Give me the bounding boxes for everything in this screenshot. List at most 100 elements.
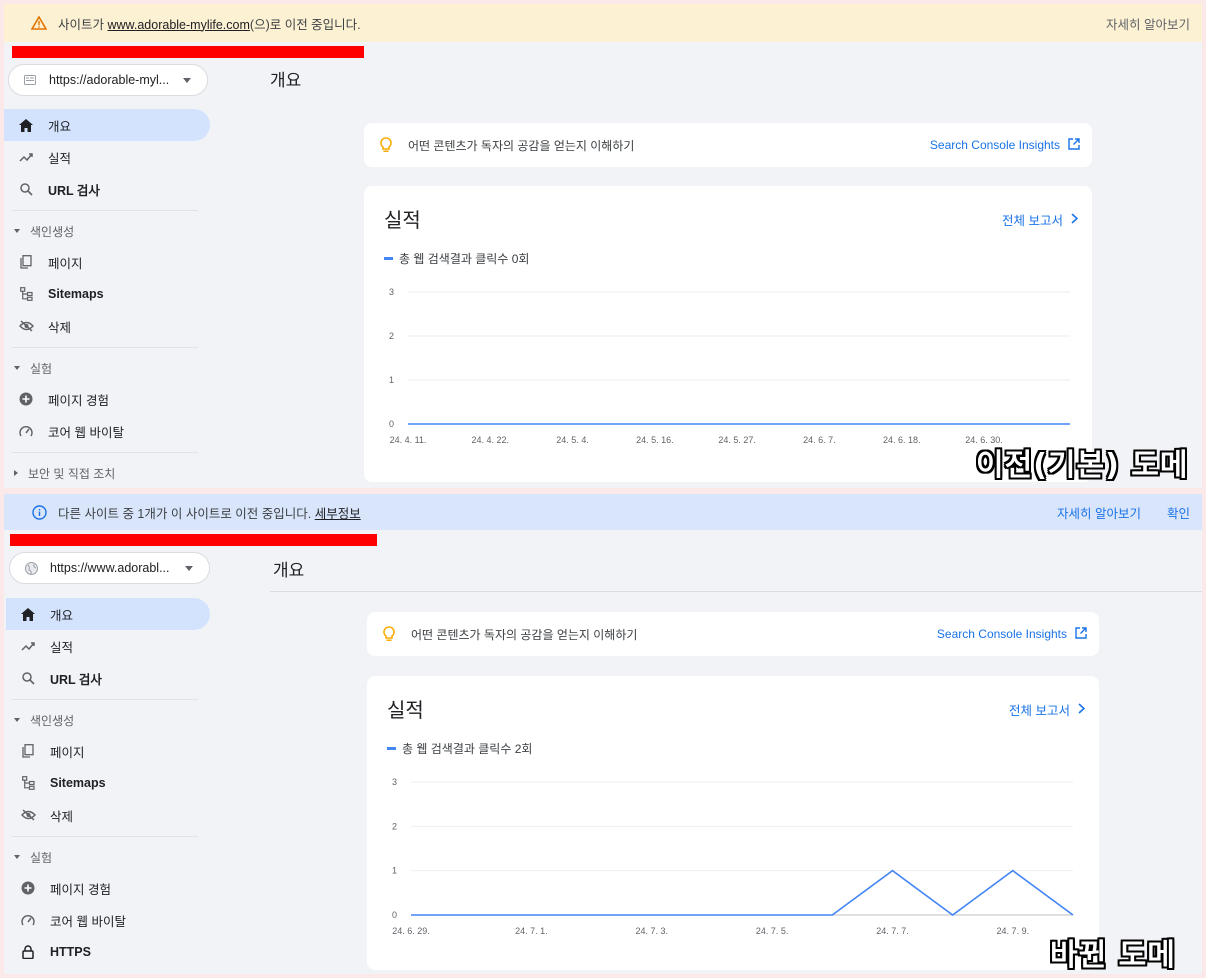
group-label: 보안 및 직접 조치 — [28, 466, 116, 481]
divider — [12, 210, 198, 211]
divider — [12, 347, 198, 348]
sidebar-item-label: Sitemaps — [50, 776, 106, 790]
sidebar-item-label: 실적 — [48, 151, 72, 166]
lock-icon — [20, 944, 36, 960]
highlight-bar — [12, 46, 364, 58]
sidebar-item-page-experience[interactable]: 페이지 경험 — [4, 383, 210, 415]
trending-up-icon — [18, 149, 34, 165]
x-tick-label: 24. 7. 7. — [876, 926, 909, 936]
sidebar-item-sitemaps[interactable]: Sitemaps — [6, 767, 210, 799]
property-selector[interactable]: https://www.adorabl... — [9, 552, 210, 584]
sidebar-item-overview[interactable]: 개요 — [6, 598, 210, 630]
sidebar-item-core-web-vitals[interactable]: 코어 웹 바이탈 — [6, 904, 210, 936]
sidebar-item-removals[interactable]: 삭제 — [4, 310, 210, 342]
pages-icon — [20, 743, 36, 759]
y-tick-label: 1 — [392, 866, 397, 876]
group-indexing[interactable]: 색인생성 — [4, 216, 210, 246]
y-tick-label: 2 — [389, 331, 394, 341]
x-tick-label: 24. 7. 9. — [997, 926, 1030, 936]
home-icon — [20, 606, 36, 622]
speed-gauge-icon — [18, 423, 34, 439]
sidebar-item-label: 코어 웹 바이탈 — [50, 914, 126, 929]
sidebar-item-removals[interactable]: 삭제 — [6, 799, 210, 831]
sidebar-item-url-inspection[interactable]: URL 검사 — [4, 173, 210, 205]
learn-more-link[interactable]: 자세히 알아보기 — [1106, 14, 1190, 33]
x-tick-label: 24. 5. 16. — [636, 435, 674, 445]
y-tick-label: 1 — [389, 375, 394, 385]
sidebar-item-pages[interactable]: 페이지 — [4, 246, 210, 278]
migration-warning-banner: 사이트가 www.adorable-mylife.com(으)로 이전 중입니다… — [4, 4, 1202, 42]
sidebar-item-label: 페이지 — [50, 745, 85, 760]
group-experience[interactable]: 실험 — [4, 353, 210, 383]
info-icon — [30, 503, 48, 521]
y-tick-label: 0 — [389, 419, 394, 429]
search-icon — [18, 181, 34, 197]
lightbulb-icon — [378, 136, 394, 154]
chevron-down-icon — [183, 77, 191, 83]
highlight-bar — [10, 534, 377, 546]
visibility-off-icon — [18, 318, 34, 334]
sitemap-icon — [18, 286, 34, 302]
divider — [12, 699, 198, 700]
warning-text: 사이트가 www.adorable-mylife.com(으)로 이전 중입니다… — [58, 17, 361, 32]
sidebar-item-label: HTTPS — [50, 945, 91, 959]
group-label: 실험 — [30, 850, 53, 865]
sidebar-item-performance[interactable]: 실적 — [4, 141, 210, 173]
performance-card: 실적 전체 보고서 총 웹 검색결과 클릭수 2회 0 1 2 3 24. 6. 29.… — [367, 676, 1099, 970]
visibility-off-icon — [20, 807, 36, 823]
y-tick-label: 3 — [389, 287, 394, 297]
divider — [12, 836, 198, 837]
group-indexing[interactable]: 색인생성 — [4, 705, 210, 735]
group-experience[interactable]: 실험 — [4, 842, 210, 872]
overlay-caption: 바뀐 도메인 — [1050, 938, 1176, 973]
speed-gauge-icon — [20, 912, 36, 928]
details-link[interactable]: 세부정보 — [315, 507, 361, 521]
property-url: https://www.adorabl... — [50, 561, 170, 575]
sidebar-item-page-experience[interactable]: 페이지 경험 — [6, 872, 210, 904]
insights-text: 어떤 콘텐츠가 독자의 공감을 얻는지 이해하기 — [411, 627, 638, 642]
y-tick-label: 3 — [392, 777, 397, 787]
caret-down-icon — [14, 366, 20, 370]
migration-info-banner: 다른 사이트 중 1개가 이 사이트로 이전 중입니다. 세부정보 자세히 알아… — [4, 494, 1202, 530]
x-tick-label: 24. 7. 3. — [635, 926, 668, 936]
sidebar-item-label: 코어 웹 바이탈 — [48, 425, 124, 440]
sidebar-item-core-web-vitals[interactable]: 코어 웹 바이탈 — [4, 415, 210, 447]
caret-down-icon — [14, 855, 20, 859]
sidebar-item-label: 페이지 경험 — [48, 393, 109, 408]
sidebar-item-label: 삭제 — [50, 809, 74, 824]
x-tick-label: 24. 5. 4. — [556, 435, 589, 445]
sidebar-item-url-inspection[interactable]: URL 검사 — [6, 662, 210, 694]
sidebar-item-https[interactable]: HTTPS — [6, 936, 210, 968]
sidebar-item-label: 페이지 — [48, 256, 83, 271]
caret-down-icon — [14, 718, 20, 722]
caret-down-icon — [14, 229, 20, 233]
x-tick-label: 24. 6. 18. — [883, 435, 921, 445]
x-tick-label: 24. 6. 29. — [392, 926, 430, 936]
group-security[interactable]: 보안 및 직접 조치 — [4, 458, 210, 488]
lightbulb-icon — [381, 625, 397, 643]
search-console-insights-link[interactable]: Search Console Insights — [937, 626, 1087, 642]
search-console-insights-link[interactable]: Search Console Insights — [930, 137, 1080, 153]
sidebar-item-sitemaps[interactable]: Sitemaps — [4, 278, 210, 310]
sidebar-item-label: 개요 — [50, 608, 74, 623]
caret-right-icon — [14, 470, 18, 476]
clicks-chart: 0 1 2 3 24. 4. 11. 24. 4. 22. 24. 5. 4. 24. 5. … — [389, 287, 1071, 445]
group-label: 실험 — [30, 361, 53, 376]
learn-more-link[interactable]: 자세히 알아보기 — [1057, 503, 1141, 522]
group-label: 색인생성 — [30, 713, 75, 728]
confirm-button[interactable]: 확인 — [1167, 503, 1190, 522]
x-tick-label: 24. 5. 27. — [718, 435, 756, 445]
sidebar-item-performance[interactable]: 실적 — [6, 630, 210, 662]
sidebar-item-pages[interactable]: 페이지 — [6, 735, 210, 767]
clicks-chart: 0 1 2 3 24. 6. 29. 24. 7. 1. 24. 7. 3. 24. 7. 5… — [392, 777, 1074, 936]
sidebar-item-overview[interactable]: 개요 — [4, 109, 210, 141]
sidebar-item-label: Sitemaps — [48, 287, 104, 301]
insights-text: 어떤 콘텐츠가 독자의 공감을 얻는지 이해하기 — [408, 138, 635, 153]
property-selector[interactable]: https://adorable-myl... — [8, 64, 208, 96]
migration-target-link[interactable]: www.adorable-mylife.com — [107, 18, 249, 32]
performance-card: 실적 전체 보고서 총 웹 검색결과 클릭수 0회 0 1 2 3 24. 4. 11.… — [364, 186, 1092, 482]
pages-icon — [18, 254, 34, 270]
chevron-down-icon — [185, 565, 193, 571]
info-text: 다른 사이트 중 1개가 이 사이트로 이전 중입니다. 세부정보 — [58, 506, 361, 521]
open-in-new-icon — [1068, 137, 1080, 153]
